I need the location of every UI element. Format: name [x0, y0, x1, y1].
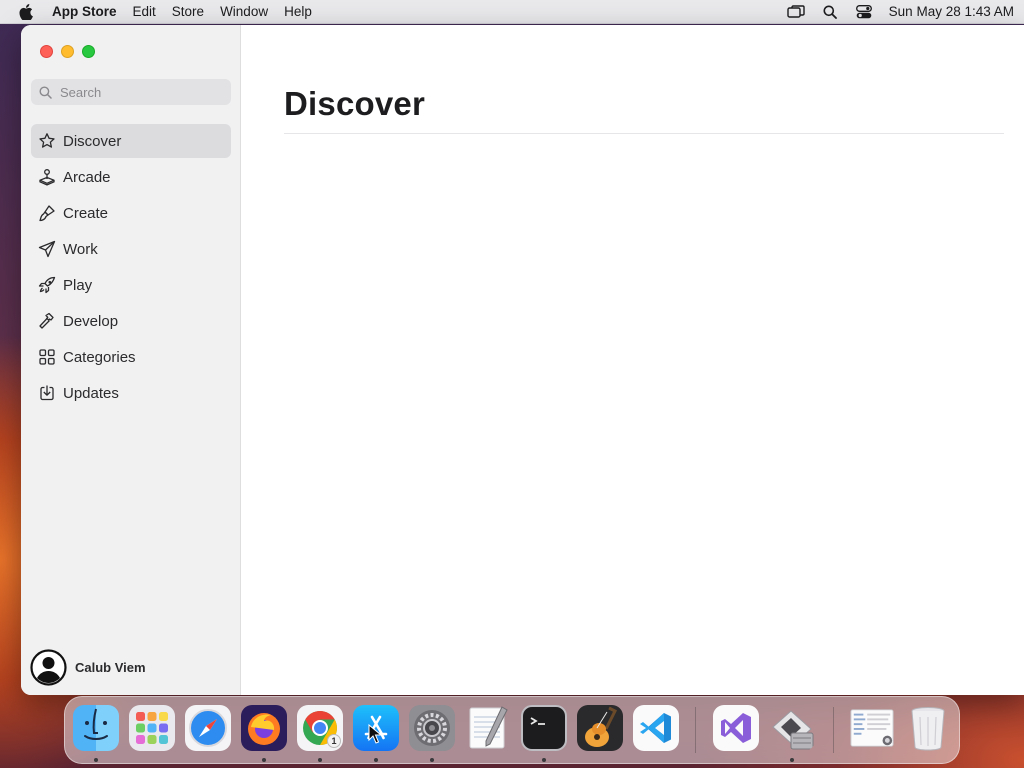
joystick-icon: [37, 167, 57, 187]
boot-camp-assistant-icon[interactable]: [769, 705, 815, 751]
sidebar-item-create[interactable]: Create: [31, 196, 231, 230]
zoom-window-button[interactable]: [82, 45, 95, 58]
system-settings-icon[interactable]: [409, 705, 455, 751]
running-indicator: [374, 758, 378, 762]
app-store-window: Discover Arcade Create Work: [21, 25, 1024, 695]
search-icon: [39, 86, 52, 99]
sidebar-item-categories[interactable]: Categories: [31, 340, 231, 374]
running-indicator: [542, 758, 546, 762]
hammer-icon: [37, 311, 57, 331]
chrome-notification-badge: 1: [327, 734, 341, 748]
menu-bar: App Store Edit Store Window Help Sun May…: [0, 0, 1024, 24]
trash-icon[interactable]: [905, 705, 951, 751]
menu-app-name[interactable]: App Store: [52, 0, 125, 24]
sidebar-item-updates[interactable]: Updates: [31, 376, 231, 410]
visual-studio-code-icon[interactable]: [633, 705, 679, 751]
close-window-button[interactable]: [40, 45, 53, 58]
running-indicator: [262, 758, 266, 762]
sidebar-item-label: Work: [63, 240, 98, 258]
sidebar-item-label: Discover: [63, 132, 122, 150]
menu-window[interactable]: Window: [212, 0, 276, 24]
grid-icon: [37, 347, 57, 367]
garageband-icon[interactable]: [577, 705, 623, 751]
sidebar-item-play[interactable]: Play: [31, 268, 231, 302]
dock: 1: [64, 696, 960, 764]
running-indicator: [318, 758, 322, 762]
avatar: [30, 649, 67, 686]
search-field[interactable]: [31, 79, 231, 105]
title-divider: [284, 133, 1004, 134]
running-indicator: [94, 758, 98, 762]
terminal-icon[interactable]: [521, 705, 567, 751]
minimize-window-button[interactable]: [61, 45, 74, 58]
page-title: Discover: [284, 85, 426, 122]
sidebar-item-label: Create: [63, 204, 109, 222]
sidebar-item-work[interactable]: Work: [31, 232, 231, 266]
rocket-icon: [37, 275, 57, 295]
main-content: Discover: [242, 25, 1024, 695]
account-button[interactable]: Calub Viem: [30, 649, 146, 686]
mouse-cursor-icon: [368, 724, 382, 744]
dock-separator: [695, 707, 696, 753]
safari-icon[interactable]: [185, 705, 231, 751]
spotlight-search-icon[interactable]: [813, 0, 847, 24]
menu-edit[interactable]: Edit: [125, 0, 164, 24]
sidebar-nav: Discover Arcade Create Work Play Develop…: [31, 124, 231, 412]
dock-separator: [833, 707, 834, 753]
screen-mirroring-icon[interactable]: [779, 0, 813, 24]
sidebar-item-label: Categories: [63, 348, 136, 366]
paper-plane-icon: [37, 239, 57, 259]
textedit-icon[interactable]: [465, 705, 511, 751]
sidebar: Discover Arcade Create Work: [21, 25, 241, 695]
finder-icon[interactable]: [73, 705, 119, 751]
sidebar-item-label: Updates: [63, 384, 119, 402]
launchpad-icon[interactable]: [129, 705, 175, 751]
control-center-icon[interactable]: [847, 0, 881, 24]
sidebar-item-label: Arcade: [63, 168, 111, 186]
star-icon: [37, 131, 57, 151]
menu-store[interactable]: Store: [164, 0, 212, 24]
document-stack-icon[interactable]: [849, 705, 895, 751]
menu-help[interactable]: Help: [276, 0, 320, 24]
running-indicator: [430, 758, 434, 762]
firefox-icon[interactable]: [241, 705, 287, 751]
search-input[interactable]: [60, 84, 220, 100]
apple-icon[interactable]: [0, 0, 52, 24]
visual-studio-icon[interactable]: [713, 705, 759, 751]
sidebar-item-discover[interactable]: Discover: [31, 124, 231, 158]
user-name: Calub Viem: [75, 660, 146, 675]
sidebar-item-arcade[interactable]: Arcade: [31, 160, 231, 194]
sidebar-item-label: Play: [63, 276, 93, 294]
brush-icon: [37, 203, 57, 223]
sidebar-item-label: Develop: [63, 312, 119, 330]
running-indicator: [790, 758, 794, 762]
sidebar-item-develop[interactable]: Develop: [31, 304, 231, 338]
menu-clock[interactable]: Sun May 28 1:43 AM: [881, 4, 1014, 19]
download-icon: [37, 383, 57, 403]
window-controls: [40, 45, 95, 58]
